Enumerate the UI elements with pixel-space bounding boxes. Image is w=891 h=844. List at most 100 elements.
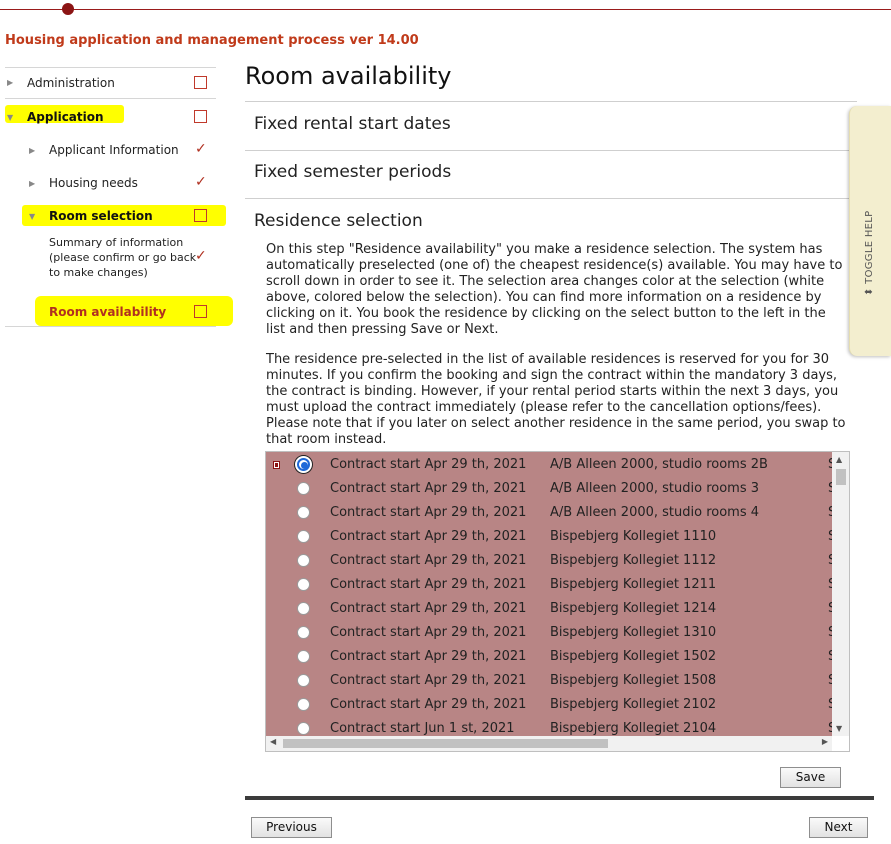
checkmark-icon: ✓ (195, 141, 207, 157)
checkmark-icon: ✓ (195, 248, 207, 264)
contract-start-text: Contract start Apr 29 th, 2021 (330, 625, 527, 640)
contract-start-text: Contract start Apr 29 th, 2021 (330, 649, 527, 664)
residence-radio[interactable] (297, 674, 310, 687)
expanded-arrow-icon: ▼ (29, 212, 36, 221)
reserved-marker-icon (273, 461, 280, 469)
residence-name-text: Bispebjerg Kollegiet 2102 (550, 697, 717, 712)
incomplete-box-icon (194, 305, 207, 318)
residence-row[interactable]: Contract start Apr 29 th, 2021 Bispebjerg… (266, 525, 832, 549)
section-fixed-semester-periods[interactable]: Fixed semester periods (254, 162, 451, 182)
contract-start-text: Contract start Apr 29 th, 2021 (330, 697, 527, 712)
incomplete-box-icon (194, 76, 207, 89)
sidebar-item-housing-needs[interactable]: Housing needs (49, 176, 138, 190)
incomplete-box-icon (194, 209, 207, 222)
collapsed-arrow-icon: ▶ (29, 179, 36, 188)
progress-marker (62, 3, 74, 15)
residence-row[interactable]: Contract start Apr 29 th, 2021 Bispebjerg… (266, 549, 832, 573)
residence-listbox[interactable]: Contract start Apr 29 th, 2021 A/B Alleen… (265, 451, 850, 752)
residence-name-text: A/B Alleen 2000, studio rooms 3 (550, 481, 760, 496)
residence-row[interactable]: Contract start Apr 29 th, 2021 A/B Alleen… (266, 453, 832, 477)
contract-start-text: Contract start Apr 29 th, 2021 (330, 601, 527, 616)
contract-start-text: Contract start Jun 1 st, 2021 (330, 721, 515, 736)
residence-radio[interactable] (297, 506, 310, 519)
residence-radio[interactable] (297, 698, 310, 711)
incomplete-box-icon (194, 110, 207, 123)
sidebar-item-administration[interactable]: Administration (27, 76, 115, 90)
sidebar-divider (5, 98, 216, 99)
page-title: Room availability (245, 62, 452, 90)
scroll-thumb[interactable] (836, 469, 846, 485)
contract-start-text: Contract start Apr 29 th, 2021 (330, 457, 527, 472)
sidebar-item-summary[interactable]: Summary of information (please confirm o… (49, 235, 199, 280)
section-divider (245, 198, 857, 199)
sidebar-item-room-availability[interactable]: Room availability (49, 305, 166, 319)
residence-row[interactable]: Contract start Apr 29 th, 2021 Bispebjerg… (266, 597, 832, 621)
residence-name-text: A/B Alleen 2000, studio rooms 4 (550, 505, 760, 520)
scroll-down-icon[interactable]: ▼ (836, 724, 842, 733)
residence-radio[interactable] (297, 554, 310, 567)
scroll-right-icon[interactable]: ▶ (822, 737, 828, 746)
residence-name-text: Bispebjerg Kollegiet 1310 (550, 625, 717, 640)
collapsed-arrow-icon: ▶ (29, 146, 36, 155)
residence-name-text: Bispebjerg Kollegiet 1502 (550, 649, 717, 664)
horizontal-scrollbar[interactable]: ◀ ▶ (266, 736, 832, 751)
contract-start-text: Contract start Apr 29 th, 2021 (330, 553, 527, 568)
residence-list[interactable]: Contract start Apr 29 th, 2021 A/B Alleen… (266, 452, 832, 736)
contract-start-text: Contract start Apr 29 th, 2021 (330, 481, 527, 496)
sort-arrows-icon: ⬍ (864, 287, 875, 296)
contract-start-text: Contract start Apr 29 th, 2021 (330, 529, 527, 544)
residence-name-text: Bispebjerg Kollegiet 1211 (550, 577, 717, 592)
save-button[interactable]: Save (780, 767, 841, 788)
footer-divider (245, 796, 874, 800)
reservation-paragraph: The residence pre-selected in the list o… (266, 352, 846, 447)
checkmark-icon: ✓ (195, 174, 207, 190)
residence-row[interactable]: Contract start Apr 29 th, 2021 Bispebjerg… (266, 621, 832, 645)
collapsed-arrow-icon: ▶ (7, 78, 14, 87)
residence-radio[interactable] (297, 578, 310, 591)
contract-start-text: Contract start Apr 29 th, 2021 (330, 577, 527, 592)
residence-radio[interactable] (297, 602, 310, 615)
residence-radio[interactable] (297, 650, 310, 663)
previous-button[interactable]: Previous (251, 817, 332, 838)
residence-row[interactable]: Contract start Apr 29 th, 2021 Bispebjerg… (266, 669, 832, 693)
residence-row[interactable]: Contract start Apr 29 th, 2021 Bispebjerg… (266, 645, 832, 669)
sidebar-divider (5, 326, 216, 327)
residence-row[interactable]: Contract start Apr 29 th, 2021 A/B Alleen… (266, 477, 832, 501)
sidebar-item-room-selection[interactable]: Room selection (49, 209, 153, 223)
expanded-arrow-icon: ▼ (7, 113, 14, 122)
section-residence-selection[interactable]: Residence selection (254, 211, 423, 231)
next-button[interactable]: Next (809, 817, 868, 838)
scroll-up-icon[interactable]: ▲ (836, 455, 842, 464)
residence-radio[interactable] (297, 626, 310, 639)
residence-row[interactable]: Contract start Apr 29 th, 2021 Bispebjerg… (266, 573, 832, 597)
section-fixed-rental-start-dates[interactable]: Fixed rental start dates (254, 114, 451, 134)
contract-start-text: Contract start Apr 29 th, 2021 (330, 673, 527, 688)
instructions-paragraph: On this step "Residence availability" yo… (266, 242, 843, 337)
vertical-scrollbar[interactable]: ▲ ▼ (832, 452, 849, 736)
app-title: Housing application and management proce… (5, 33, 419, 48)
sidebar-item-application[interactable]: Application (27, 110, 104, 124)
sidebar-divider (5, 67, 216, 68)
sidebar-item-applicant-information[interactable]: Applicant Information (49, 143, 179, 157)
progress-line (0, 9, 891, 10)
residence-name-text: Bispebjerg Kollegiet 1508 (550, 673, 717, 688)
residence-row[interactable]: Contract start Apr 29 th, 2021 Bispebjerg… (266, 693, 832, 717)
section-divider (245, 150, 857, 151)
section-divider (245, 101, 857, 102)
toggle-help-tab[interactable]: ⬍ TOGGLE HELP (849, 106, 891, 356)
residence-row[interactable]: Contract start Apr 29 th, 2021 A/B Alleen… (266, 501, 832, 525)
residence-name-text: Bispebjerg Kollegiet 1112 (550, 553, 717, 568)
residence-name-text: A/B Alleen 2000, studio rooms 2B (550, 457, 768, 472)
residence-radio[interactable] (297, 722, 310, 735)
residence-row[interactable]: Contract start Jun 1 st, 2021 Bispebjerg … (266, 717, 832, 736)
residence-name-text: Bispebjerg Kollegiet 2104 (550, 721, 717, 736)
residence-name-text: Bispebjerg Kollegiet 1214 (550, 601, 717, 616)
residence-name-text: Bispebjerg Kollegiet 1110 (550, 529, 717, 544)
residence-radio[interactable] (297, 458, 310, 471)
residence-radio[interactable] (297, 530, 310, 543)
contract-start-text: Contract start Apr 29 th, 2021 (330, 505, 527, 520)
scroll-left-icon[interactable]: ◀ (270, 737, 276, 746)
toggle-help-label: ⬍ TOGGLE HELP (864, 210, 875, 296)
residence-radio[interactable] (297, 482, 310, 495)
scroll-thumb[interactable] (283, 739, 608, 748)
